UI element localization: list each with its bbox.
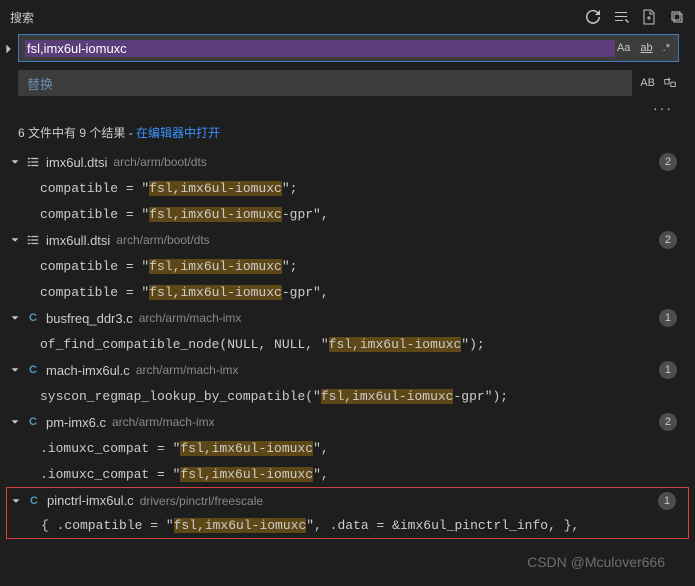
dtsi-file-icon	[24, 233, 42, 247]
file-path: arch/arm/boot/dts	[116, 233, 209, 247]
file-name: busfreq_ddr3.c	[46, 311, 133, 326]
header-actions	[585, 9, 685, 25]
file-row[interactable]: Cpm-imx6.c arch/arm/mach-imx 2	[6, 409, 689, 435]
file-name: pinctrl-imx6ul.c	[47, 493, 134, 508]
match-row[interactable]: compatible = "fsl,imx6ul-iomuxc";	[6, 253, 689, 279]
preserve-case-toggle[interactable]: AB	[640, 77, 655, 89]
panel-title: 搜索	[10, 9, 34, 26]
file-row[interactable]: Cmach-imx6ul.c arch/arm/mach-imx 1	[6, 357, 689, 383]
match-highlight: fsl,imx6ul-iomuxc	[149, 207, 282, 222]
match-row[interactable]: compatible = "fsl,imx6ul-iomuxc-gpr",	[6, 279, 689, 305]
watermark: CSDN @Mculover666	[527, 554, 665, 570]
regex-toggle[interactable]: .*	[661, 41, 672, 55]
chevron-down-icon[interactable]	[8, 233, 22, 247]
match-row[interactable]: syscon_regmap_lookup_by_compatible("fsl,…	[6, 383, 689, 409]
match-highlight: fsl,imx6ul-iomuxc	[149, 259, 282, 274]
match-count-badge: 2	[659, 231, 677, 249]
chevron-down-icon[interactable]	[8, 363, 22, 377]
toggle-replace-icon[interactable]	[2, 42, 16, 56]
file-path: drivers/pinctrl/freescale	[140, 494, 263, 508]
match-row[interactable]: compatible = "fsl,imx6ul-iomuxc";	[6, 175, 689, 201]
file-row[interactable]: Cbusfreq_ddr3.c arch/arm/mach-imx 1	[6, 305, 689, 331]
file-name: pm-imx6.c	[46, 415, 106, 430]
replace-placeholder: 替换	[27, 74, 53, 93]
file-name: imx6ull.dtsi	[46, 233, 110, 248]
match-count-badge: 2	[659, 153, 677, 171]
match-row[interactable]: .iomuxc_compat = "fsl,imx6ul-iomuxc",	[6, 461, 689, 487]
file-name: imx6ul.dtsi	[46, 155, 107, 170]
file-path: arch/arm/mach-imx	[136, 363, 239, 377]
refresh-icon[interactable]	[585, 9, 601, 25]
match-row[interactable]: .iomuxc_compat = "fsl,imx6ul-iomuxc",	[6, 435, 689, 461]
dtsi-file-icon	[24, 155, 42, 169]
toggle-details-icon[interactable]: ···	[0, 98, 695, 118]
chevron-down-icon[interactable]	[8, 415, 22, 429]
match-word-toggle[interactable]: ab	[638, 41, 654, 55]
match-count-badge: 1	[659, 361, 677, 379]
panel-header: 搜索	[0, 0, 695, 34]
file-row[interactable]: imx6ull.dtsi arch/arm/boot/dts 2	[6, 227, 689, 253]
chevron-down-icon[interactable]	[9, 494, 23, 508]
c-file-icon: C	[24, 415, 42, 429]
match-highlight: fsl,imx6ul-iomuxc	[321, 389, 454, 404]
search-input[interactable]: fsl,imx6ul-iomuxc Aa ab .*	[18, 34, 679, 62]
clear-icon[interactable]	[613, 9, 629, 25]
match-highlight: fsl,imx6ul-iomuxc	[149, 181, 282, 196]
match-highlight: fsl,imx6ul-iomuxc	[329, 337, 462, 352]
file-name: mach-imx6ul.c	[46, 363, 130, 378]
match-count-badge: 1	[659, 309, 677, 327]
match-highlight: fsl,imx6ul-iomuxc	[180, 441, 313, 456]
file-path: arch/arm/mach-imx	[139, 311, 242, 325]
match-row[interactable]: compatible = "fsl,imx6ul-iomuxc-gpr",	[6, 201, 689, 227]
file-path: arch/arm/mach-imx	[112, 415, 215, 429]
replace-all-icon[interactable]	[663, 76, 677, 90]
replace-input[interactable]: 替换	[18, 70, 632, 96]
file-path: arch/arm/boot/dts	[113, 155, 206, 169]
match-count-badge: 2	[659, 413, 677, 431]
results-summary: 6 文件中有 9 个结果 - 在编辑器中打开	[0, 118, 695, 149]
search-query: fsl,imx6ul-iomuxc	[25, 40, 615, 57]
file-row[interactable]: Cpinctrl-imx6ul.c drivers/pinctrl/freesca…	[6, 487, 689, 513]
c-file-icon: C	[24, 311, 42, 325]
chevron-down-icon[interactable]	[8, 311, 22, 325]
match-count-badge: 1	[658, 492, 676, 510]
match-highlight: fsl,imx6ul-iomuxc	[174, 518, 307, 533]
chevron-down-icon[interactable]	[8, 155, 22, 169]
match-highlight: fsl,imx6ul-iomuxc	[180, 467, 313, 482]
match-row[interactable]: { .compatible = "fsl,imx6ul-iomuxc", .da…	[6, 513, 689, 539]
match-row[interactable]: of_find_compatible_node(NULL, NULL, "fsl…	[6, 331, 689, 357]
results-tree: imx6ul.dtsi arch/arm/boot/dts 2 compatible …	[0, 149, 695, 539]
match-highlight: fsl,imx6ul-iomuxc	[149, 285, 282, 300]
file-row[interactable]: imx6ul.dtsi arch/arm/boot/dts 2	[6, 149, 689, 175]
collapse-all-icon[interactable]	[669, 9, 685, 25]
match-case-toggle[interactable]: Aa	[615, 41, 632, 55]
c-file-icon: C	[25, 494, 43, 508]
new-file-icon[interactable]	[641, 9, 657, 25]
c-file-icon: C	[24, 363, 42, 377]
open-in-editor-link[interactable]: 在编辑器中打开	[136, 126, 220, 140]
